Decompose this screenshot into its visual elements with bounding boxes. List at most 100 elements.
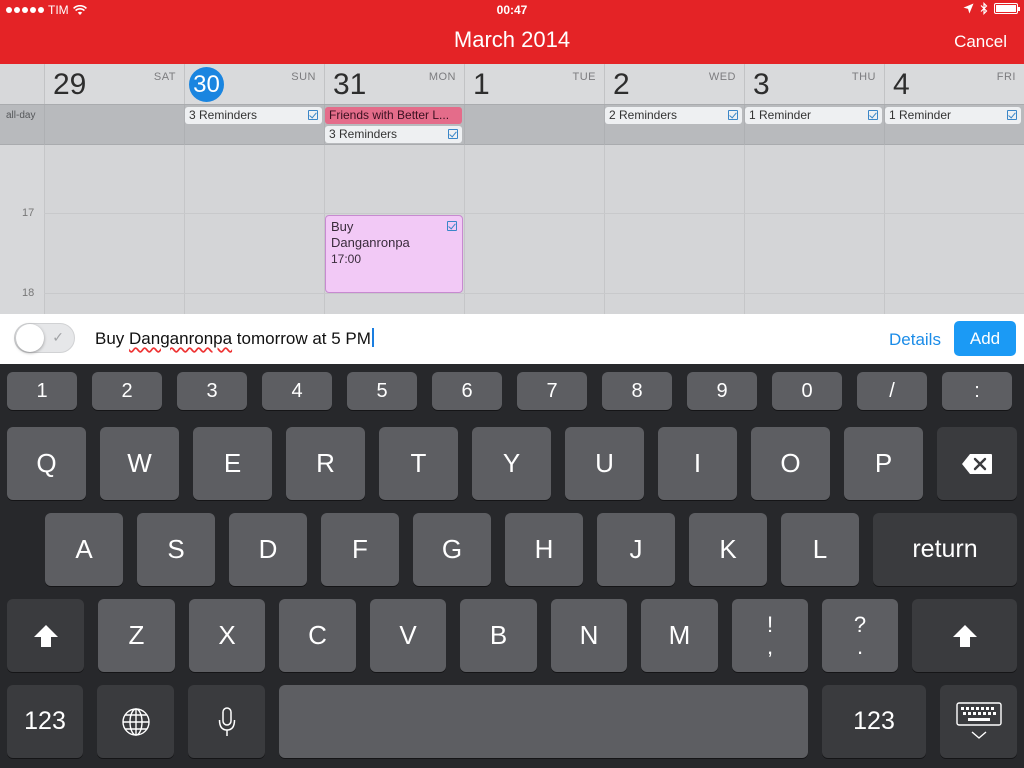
delete-key[interactable] [937, 427, 1017, 500]
day-number: 31 [333, 68, 367, 101]
key-v[interactable]: V [370, 599, 446, 672]
reminder-toggle[interactable]: ✓ [14, 323, 75, 353]
globe-key[interactable] [97, 685, 174, 758]
space-key[interactable] [279, 685, 808, 758]
all-day-cell[interactable] [464, 105, 604, 146]
key-8[interactable]: 8 [602, 372, 672, 410]
key-5[interactable]: 5 [347, 372, 417, 410]
shift-key-right[interactable] [912, 599, 1017, 672]
key-0[interactable]: 0 [772, 372, 842, 410]
key-2[interactable]: 2 [92, 372, 162, 410]
dictation-key[interactable] [188, 685, 265, 758]
key-exclamation-comma[interactable]: ! , [732, 599, 808, 672]
status-bar: TIM 00:47 [0, 0, 1024, 20]
reminders-chip-sun[interactable]: 3 Reminders [185, 107, 322, 124]
day-label: MON [428, 71, 456, 83]
key-6[interactable]: 6 [432, 372, 502, 410]
day-label: TUE [572, 71, 596, 83]
time-header-spacer [0, 64, 44, 104]
all-day-cell[interactable] [44, 105, 184, 146]
key-a[interactable]: A [45, 513, 123, 586]
add-button[interactable]: Add [954, 321, 1016, 356]
key-4[interactable]: 4 [262, 372, 332, 410]
key-y[interactable]: Y [472, 427, 551, 500]
day-column[interactable] [464, 145, 604, 314]
keyboard: 1 2 3 4 5 6 7 8 9 0 / : Q W E R T Y U I … [0, 364, 1024, 768]
day-column[interactable] [44, 145, 184, 314]
numbers-key-left[interactable]: 123 [7, 685, 83, 758]
key-l[interactable]: L [781, 513, 859, 586]
key-e[interactable]: E [193, 427, 272, 500]
quick-add-bar: ✓ Buy Danganronpa tomorrow at 5 PM Detai… [0, 314, 1024, 364]
key-d[interactable]: D [229, 513, 307, 586]
day-column[interactable] [744, 145, 884, 314]
key-w[interactable]: W [100, 427, 179, 500]
chip-label: 3 Reminders [189, 108, 258, 122]
key-f[interactable]: F [321, 513, 399, 586]
chip-label: 3 Reminders [329, 127, 398, 141]
day-label: SAT [153, 71, 176, 83]
chip-label: Friends with Better L... [329, 108, 450, 122]
day-header-fri[interactable]: 4 FRI [884, 64, 1024, 104]
key-z[interactable]: Z [98, 599, 175, 672]
cancel-button[interactable]: Cancel [954, 32, 1007, 52]
reminders-chip-fri[interactable]: 1 Reminder [885, 107, 1021, 124]
day-column[interactable] [184, 145, 324, 314]
day-header-tue[interactable]: 1 TUE [464, 64, 604, 104]
hour-label: 18 [22, 287, 35, 299]
chip-label: 1 Reminder [889, 108, 952, 122]
key-3[interactable]: 3 [177, 372, 247, 410]
event-chip-friends[interactable]: Friends with Better L... [325, 107, 462, 124]
key-slash[interactable]: / [857, 372, 927, 410]
key-x[interactable]: X [189, 599, 265, 672]
all-day-row: all-day 3 Reminders Friends with Better … [0, 104, 1024, 146]
key-g[interactable]: G [413, 513, 491, 586]
reminders-chip-wed[interactable]: 2 Reminders [605, 107, 742, 124]
key-colon[interactable]: : [942, 372, 1012, 410]
hide-keyboard-key[interactable] [940, 685, 1017, 758]
key-9[interactable]: 9 [687, 372, 757, 410]
day-header-sun[interactable]: 30 SUN [184, 64, 324, 104]
key-question-period[interactable]: ? . [822, 599, 898, 672]
key-u[interactable]: U [565, 427, 644, 500]
return-key[interactable]: return [873, 513, 1017, 586]
day-number: 2 [613, 68, 630, 101]
chip-label: 2 Reminders [609, 108, 678, 122]
event-time: 17:00 [331, 252, 362, 266]
header: TIM 00:47 March 2014 Cancel [0, 0, 1024, 64]
details-button[interactable]: Details [889, 330, 941, 350]
day-column[interactable] [604, 145, 744, 314]
key-m[interactable]: M [641, 599, 718, 672]
key-p[interactable]: P [844, 427, 923, 500]
key-j[interactable]: J [597, 513, 675, 586]
shift-key-left[interactable] [7, 599, 84, 672]
key-7[interactable]: 7 [517, 372, 587, 410]
day-column[interactable] [884, 145, 1024, 314]
key-1[interactable]: 1 [7, 372, 77, 410]
key-c[interactable]: C [279, 599, 356, 672]
day-header-wed[interactable]: 2 WED [604, 64, 744, 104]
reminders-chip-thu[interactable]: 1 Reminder [745, 107, 882, 124]
key-q[interactable]: Q [7, 427, 86, 500]
key-h[interactable]: H [505, 513, 583, 586]
key-k[interactable]: K [689, 513, 767, 586]
reminders-chip-mon[interactable]: 3 Reminders [325, 126, 462, 143]
key-bottom-char: . [856, 633, 864, 659]
key-bottom-char: , [766, 633, 774, 659]
key-n[interactable]: N [551, 599, 627, 672]
time-column: 17 18 [0, 145, 44, 314]
day-header-mon[interactable]: 31 MON [324, 64, 464, 104]
key-i[interactable]: I [658, 427, 737, 500]
key-r[interactable]: R [286, 427, 365, 500]
key-t[interactable]: T [379, 427, 458, 500]
day-label: THU [851, 71, 876, 83]
day-number-today: 30 [189, 67, 224, 102]
quick-add-input[interactable]: Buy Danganronpa tomorrow at 5 PM [95, 328, 855, 349]
day-header-thu[interactable]: 3 THU [744, 64, 884, 104]
numbers-key-right[interactable]: 123 [822, 685, 926, 758]
event-buy-danganronpa[interactable]: Buy Danganronpa 17:00 [325, 215, 463, 293]
key-b[interactable]: B [460, 599, 537, 672]
key-s[interactable]: S [137, 513, 215, 586]
key-o[interactable]: O [751, 427, 830, 500]
day-header-sat[interactable]: 29 SAT [44, 64, 184, 104]
